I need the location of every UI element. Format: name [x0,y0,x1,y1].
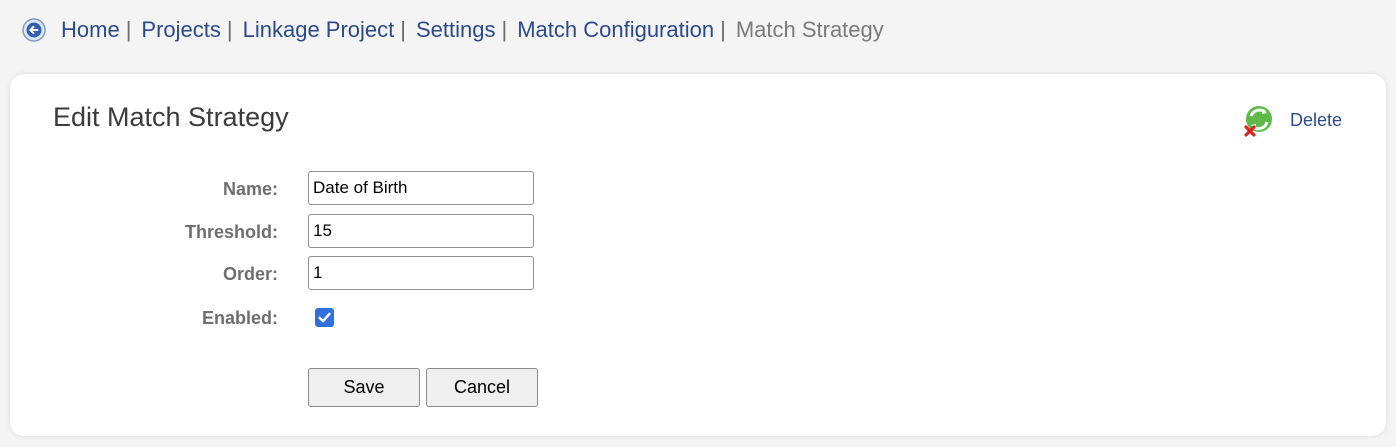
recycle-delete-icon[interactable] [1241,103,1275,137]
edit-match-strategy-card: Edit Match Strategy Delete Name: Thresho… [10,74,1386,436]
breadcrumb-separator: | [400,17,406,42]
name-label: Name: [222,179,278,199]
delete-button[interactable]: Delete [1241,103,1342,137]
checkmark-icon [318,312,331,323]
breadcrumb-projects-link[interactable]: Projects [141,17,220,43]
breadcrumb-separator: | [501,17,508,42]
breadcrumb: Home | Projects | Linkage Project | Sett… [22,14,884,46]
cancel-button[interactable]: Cancel [426,368,538,407]
threshold-row: Threshold: [10,214,610,250]
order-row: Order: [10,256,610,292]
breadcrumb-separator: | [125,17,132,42]
save-button[interactable]: Save [308,368,420,407]
breadcrumb-linkage-project-link[interactable]: Linkage Project [243,17,395,43]
name-input[interactable] [308,171,534,205]
enabled-row: Enabled: [10,300,610,336]
breadcrumb-home-link[interactable]: Home [61,17,120,43]
page-title: Edit Match Strategy [53,102,289,132]
order-label: Order: [222,264,278,284]
delete-label[interactable]: Delete [1290,110,1342,131]
breadcrumb-settings-link[interactable]: Settings [416,17,496,43]
enabled-label: Enabled: [201,308,278,328]
breadcrumb-match-configuration-link[interactable]: Match Configuration [517,17,714,43]
breadcrumb-separator: | [226,17,233,42]
order-input[interactable] [308,256,534,290]
breadcrumb-separator: | [720,17,726,42]
breadcrumb-current: Match Strategy [735,17,884,42]
name-row: Name: [10,171,610,207]
enabled-checkbox[interactable] [315,308,334,327]
threshold-label: Threshold: [185,222,278,242]
back-arrow-icon[interactable] [22,18,46,42]
threshold-input[interactable] [308,214,534,248]
